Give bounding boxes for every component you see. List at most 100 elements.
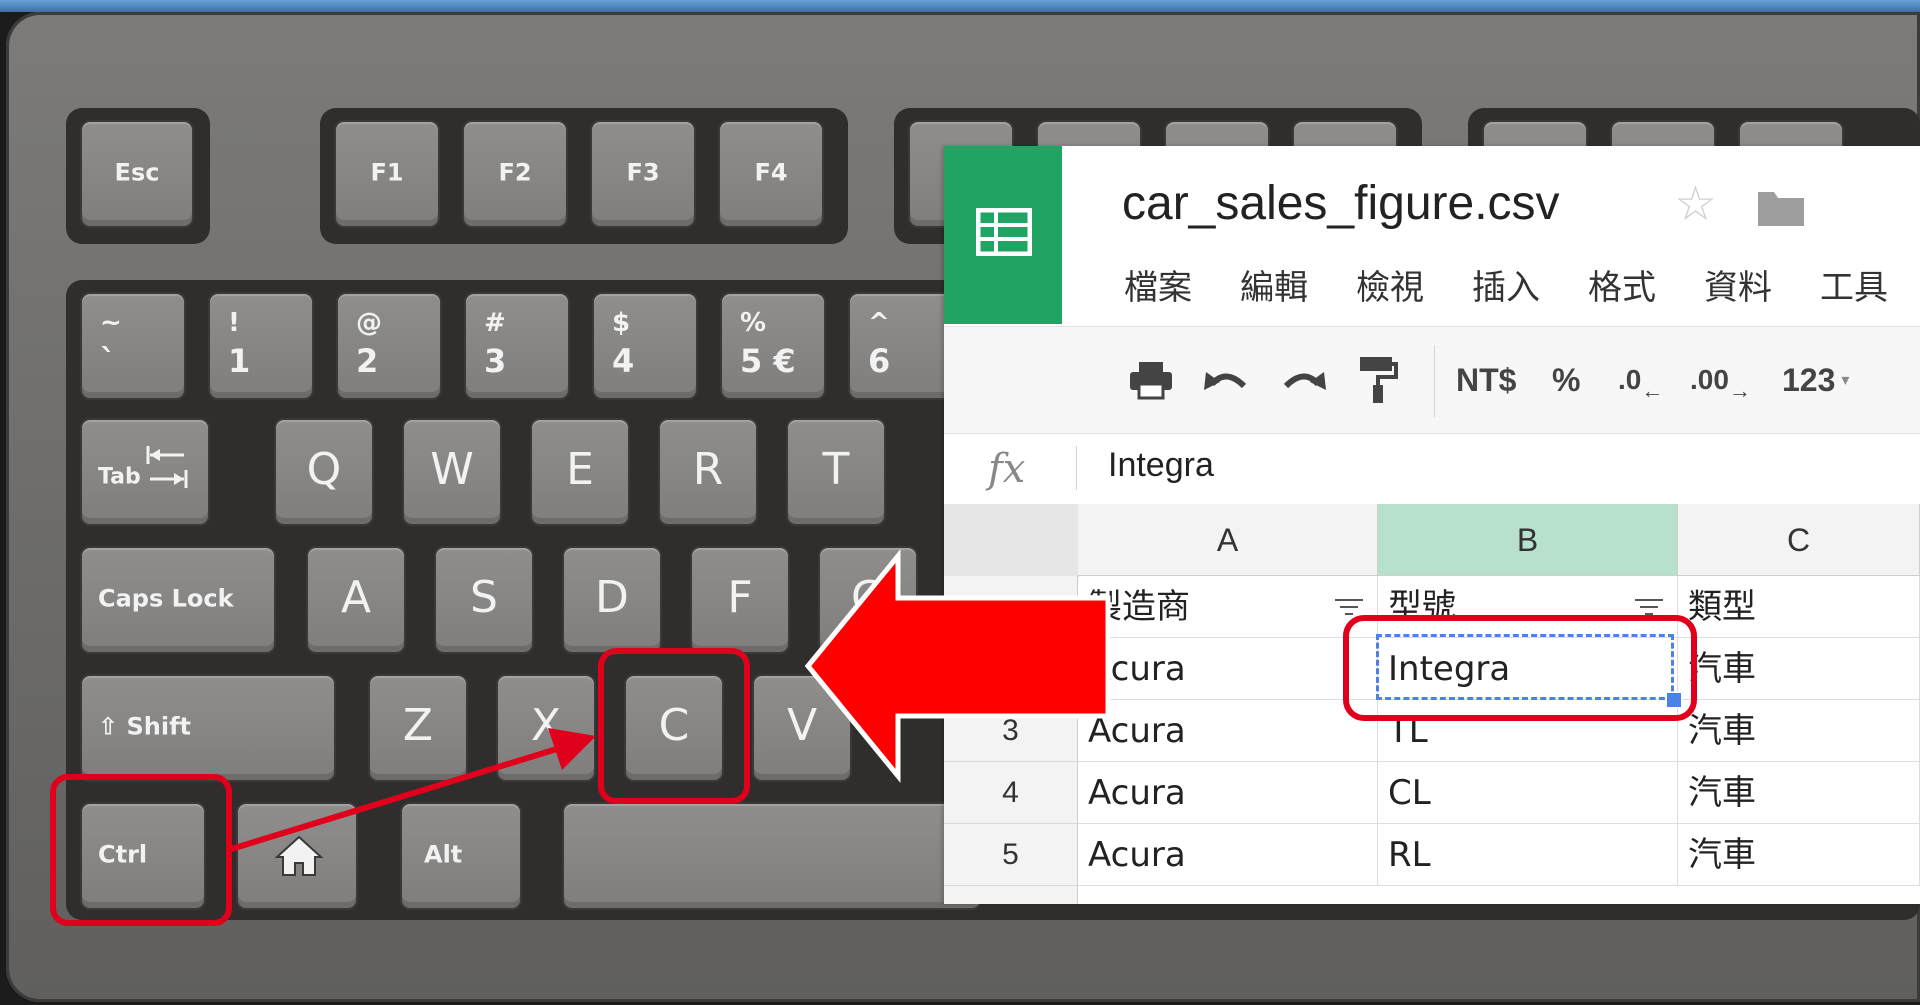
tab-key[interactable]: Tab xyxy=(80,418,210,526)
formula-input[interactable]: Integra xyxy=(1108,446,1214,485)
cell-c3[interactable]: 汽車 xyxy=(1678,700,1920,762)
currency-format-button[interactable]: NT$ xyxy=(1456,355,1516,405)
f2-key[interactable]: F2 xyxy=(462,120,568,228)
cell-c5[interactable]: 汽車 xyxy=(1678,824,1920,886)
key-2[interactable]: @2 xyxy=(336,292,442,400)
caps-lock-key-label: Caps Lock xyxy=(98,584,234,613)
esc-key-label: Esc xyxy=(114,158,160,187)
menu-tools[interactable]: 工具 xyxy=(1820,260,1888,308)
cell-a1[interactable]: 製造商 xyxy=(1078,576,1378,638)
sheets-logo[interactable] xyxy=(944,146,1062,324)
menu-bar: 檔案 編輯 檢視 插入 格式 資料 工具 xyxy=(1124,260,1888,308)
alt-key[interactable]: Alt xyxy=(400,802,522,910)
star-icon[interactable]: ☆ xyxy=(1674,176,1717,232)
cell-a4-text: Acura xyxy=(1088,773,1186,813)
cell-b4-text: CL xyxy=(1388,773,1431,813)
g-key[interactable]: G xyxy=(818,546,918,654)
d-key[interactable]: D xyxy=(562,546,662,654)
cell-c1[interactable]: 類型 xyxy=(1678,576,1920,638)
document-title[interactable]: car_sales_figure.csv xyxy=(1122,176,1560,231)
t-key[interactable]: T xyxy=(786,418,886,526)
key-1-bottom: 1 xyxy=(228,342,251,380)
alt-key-label: Alt xyxy=(424,840,463,869)
windows-key[interactable] xyxy=(236,802,358,910)
paint-format-button[interactable] xyxy=(1358,355,1398,405)
cell-b4[interactable]: CL xyxy=(1378,762,1678,824)
row-number[interactable]: 4 xyxy=(944,762,1078,824)
more-formats-button[interactable]: 123 ▾ xyxy=(1782,355,1849,405)
tab-key-label: Tab xyxy=(98,464,141,490)
cell-a4[interactable]: Acura xyxy=(1078,762,1378,824)
select-all-corner[interactable] xyxy=(944,504,1079,577)
menu-data[interactable]: 資料 xyxy=(1704,260,1772,308)
key-4[interactable]: $4 xyxy=(592,292,698,400)
r-key[interactable]: R xyxy=(658,418,758,526)
esc-key[interactable]: Esc xyxy=(80,120,194,228)
s-key[interactable]: S xyxy=(434,546,534,654)
paint-format-icon xyxy=(1360,357,1398,403)
key-6[interactable]: ^ 6 xyxy=(848,292,954,400)
menu-file[interactable]: 檔案 xyxy=(1124,260,1192,308)
spreadsheet-window: car_sales_figure.csv ☆ 檔案 編輯 檢視 插入 格式 資料… xyxy=(944,146,1920,904)
key-2-bottom: 2 xyxy=(356,342,379,380)
menu-edit[interactable]: 編輯 xyxy=(1240,260,1308,308)
fill-handle[interactable] xyxy=(1666,692,1682,708)
cell-b3[interactable]: TL xyxy=(1378,700,1678,762)
f4-key[interactable]: F4 xyxy=(718,120,824,228)
row-number[interactable]: 5 xyxy=(944,824,1078,886)
row-number[interactable]: 3 xyxy=(944,700,1078,762)
increase-decimal-button[interactable]: .00 → xyxy=(1690,355,1751,405)
cell-c2[interactable]: 汽車 xyxy=(1678,638,1920,700)
cell-a5[interactable]: Acura xyxy=(1078,824,1378,886)
more-formats-label: 123 xyxy=(1782,361,1836,398)
f2-key-label: F2 xyxy=(498,158,532,187)
percent-format-button[interactable]: % xyxy=(1552,355,1580,405)
cell-a3[interactable]: Acura xyxy=(1078,700,1378,762)
key-1[interactable]: ! 1 xyxy=(208,292,314,400)
w-key-label: W xyxy=(430,443,474,495)
folder-icon[interactable] xyxy=(1756,186,1806,228)
key-5[interactable]: % 5 € xyxy=(720,292,826,400)
row-number[interactable]: 1 xyxy=(944,576,1078,638)
f1-key[interactable]: F1 xyxy=(334,120,440,228)
column-header-a[interactable]: A xyxy=(1078,504,1378,576)
column-header-b[interactable]: B xyxy=(1378,504,1678,576)
cell-b1[interactable]: 型號 xyxy=(1378,576,1678,638)
w-key[interactable]: W xyxy=(402,418,502,526)
undo-button[interactable] xyxy=(1202,355,1250,405)
d-key-label: D xyxy=(595,571,629,623)
redo-button[interactable] xyxy=(1280,355,1328,405)
z-key-label: Z xyxy=(402,699,434,751)
e-key[interactable]: E xyxy=(530,418,630,526)
cell-c4[interactable]: 汽車 xyxy=(1678,762,1920,824)
menu-format[interactable]: 格式 xyxy=(1588,260,1656,308)
column-header-c[interactable]: C xyxy=(1678,504,1920,576)
decrease-decimal-button[interactable]: .0 ← xyxy=(1618,355,1663,405)
row-number[interactable]: 2 xyxy=(944,638,1078,700)
z-key[interactable]: Z xyxy=(368,674,468,782)
x-key[interactable]: X xyxy=(496,674,596,782)
f3-key[interactable]: F3 xyxy=(590,120,696,228)
caps-lock-key[interactable]: Caps Lock xyxy=(80,546,276,654)
f-key[interactable]: F xyxy=(690,546,790,654)
menu-view[interactable]: 檢視 xyxy=(1356,260,1424,308)
key-3[interactable]: #3 xyxy=(464,292,570,400)
tilde-key[interactable]: ~ ` xyxy=(80,292,186,400)
tilde-key-top: ~ xyxy=(100,308,122,338)
q-key[interactable]: Q xyxy=(274,418,374,526)
row-number-partial[interactable] xyxy=(944,886,1078,904)
menu-insert[interactable]: 插入 xyxy=(1472,260,1540,308)
key-2-top: @ xyxy=(356,308,382,338)
filter-icon[interactable] xyxy=(1635,598,1663,616)
shift-key[interactable]: ⇧ Shift xyxy=(80,674,336,782)
a-key[interactable]: A xyxy=(306,546,406,654)
cell-a2[interactable]: Acura xyxy=(1078,638,1378,700)
cell-b5[interactable]: RL xyxy=(1378,824,1678,886)
key-4-bottom: 4 xyxy=(612,342,635,380)
e-key-label: E xyxy=(566,443,594,495)
space-bar[interactable] xyxy=(562,802,982,910)
print-button[interactable] xyxy=(1128,355,1174,405)
filter-icon[interactable] xyxy=(1335,598,1363,616)
decrease-decimal-label: .0 xyxy=(1618,364,1642,395)
v-key[interactable]: V xyxy=(752,674,852,782)
